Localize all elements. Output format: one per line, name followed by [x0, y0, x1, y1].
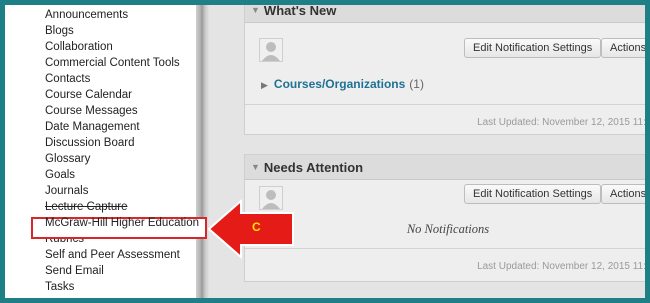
no-notifications-text: No Notifications [406, 222, 490, 236]
tool-course-calendar[interactable]: Course Calendar [10, 87, 196, 103]
tool-collaboration[interactable]: Collaboration [10, 39, 196, 55]
callout-label: C [252, 220, 261, 234]
whats-new-module: ▼ What's New Edit Notification Settings … [244, 2, 650, 135]
tool-mcgraw-hill-higher-education[interactable]: McGraw-Hill Higher Education [10, 215, 199, 231]
needs-attention-title: Needs Attention [263, 159, 364, 175]
tool-tasks[interactable]: Tasks [10, 279, 196, 295]
tool-goals[interactable]: Goals [10, 167, 196, 183]
tools-panel: Announcements Blogs Collaboration Commer… [10, 7, 199, 298]
collapse-triangle-icon[interactable]: ▼ [251, 5, 260, 15]
tool-commercial-content-tools[interactable]: Commercial Content Tools [10, 55, 196, 71]
tool-discussion-board[interactable]: Discussion Board [10, 135, 196, 151]
tools-list: Announcements Blogs Collaboration Commer… [10, 7, 199, 295]
module-separator [245, 248, 645, 249]
edit-notification-settings-button[interactable]: Edit Notification Settings [464, 38, 602, 58]
collapse-triangle-icon[interactable]: ▼ [251, 162, 260, 172]
courses-count: (1) [409, 77, 424, 91]
tool-course-messages[interactable]: Course Messages [10, 103, 196, 119]
avatar-icon [259, 38, 283, 62]
tool-self-and-peer-assessment[interactable]: Self and Peer Assessment [10, 247, 196, 263]
needs-attention-module: ▼ Needs Attention Edit Notification Sett… [244, 154, 650, 282]
tool-journals[interactable]: Journals [10, 183, 196, 199]
tool-lecture-capture[interactable]: Lecture Capture [10, 199, 196, 215]
tool-date-management[interactable]: Date Management [10, 119, 196, 135]
needs-attention-header[interactable]: ▼ Needs Attention [245, 155, 645, 180]
expand-triangle-icon[interactable]: ▶ [261, 80, 268, 90]
actions-button[interactable]: Actions [601, 184, 645, 204]
actions-button[interactable]: Actions [601, 38, 645, 58]
module-separator [245, 104, 645, 105]
callout-arrow-icon [207, 199, 294, 259]
whats-new-header[interactable]: ▼ What's New [245, 2, 645, 23]
last-updated-text: Last Updated: November 12, 2015 11:29 [477, 117, 650, 128]
screenshot-frame: Announcements Blogs Collaboration Commer… [0, 0, 650, 303]
tool-contacts[interactable]: Contacts [10, 71, 196, 87]
edit-notification-settings-button[interactable]: Edit Notification Settings [464, 184, 602, 204]
courses-organizations-link[interactable]: Courses/Organizations [274, 77, 405, 91]
tool-announcements[interactable]: Announcements [10, 7, 196, 23]
whats-new-title: What's New [263, 2, 337, 18]
tool-glossary[interactable]: Glossary [10, 151, 196, 167]
courses-organizations-row[interactable]: ▶ Courses/Organizations (1) [261, 77, 424, 91]
tool-blogs[interactable]: Blogs [10, 23, 196, 39]
tool-send-email[interactable]: Send Email [10, 263, 196, 279]
last-updated-text: Last Updated: November 12, 2015 11:29 [477, 261, 650, 272]
